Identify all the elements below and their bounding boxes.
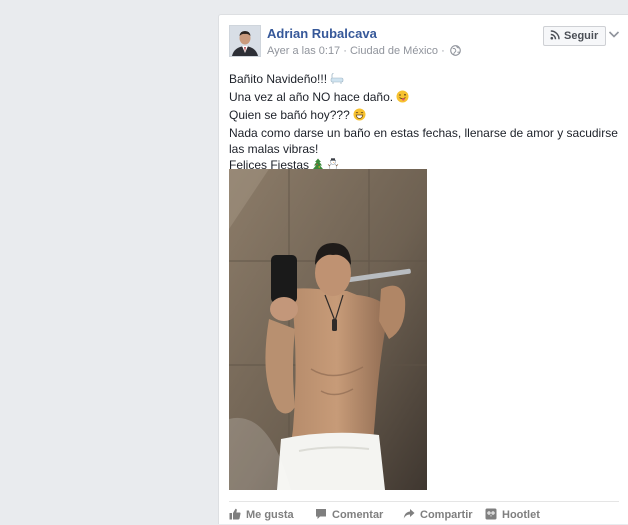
avatar[interactable] (229, 25, 261, 57)
chevron-down-icon[interactable] (607, 27, 621, 41)
post-line-text: Una vez al año NO hace daño. (229, 90, 394, 104)
actions-divider (229, 501, 619, 502)
comment-label: Comentar (332, 509, 384, 521)
post-time[interactable]: Ayer a las 0:17 (267, 45, 340, 57)
meta-separator: · (438, 45, 448, 57)
post-line: Quien se bañó hoy??? (229, 107, 621, 125)
post-photo[interactable] (229, 169, 427, 490)
comment-icon (315, 508, 327, 523)
rss-icon (550, 29, 560, 43)
post-line: Nada como darse un baño en estas fechas,… (229, 126, 618, 156)
hootlet-icon (485, 508, 497, 523)
author-name[interactable]: Adrian Rubalcava (267, 26, 377, 41)
meta-separator: · (340, 45, 350, 57)
post-card: Adrian Rubalcava Ayer a las 0:17 · Ciuda… (218, 14, 628, 524)
like-button[interactable]: Me gusta (229, 508, 315, 523)
bathtub-icon (330, 73, 344, 89)
post-line-text: Quien se bañó hoy??? (229, 108, 350, 122)
share-label: Compartir (420, 509, 473, 521)
post-actions: Me gusta Comentar Compartir Hootlet (229, 505, 540, 525)
post-line: Bañito Navideño!!! (229, 71, 621, 89)
hootlet-label: Hootlet (502, 509, 540, 521)
post-text: Bañito Navideño!!! Una vez al año NO hac… (229, 71, 621, 175)
globe-icon[interactable] (449, 45, 461, 59)
thumbs-up-icon (229, 508, 241, 523)
follow-label: Seguir (564, 30, 599, 42)
like-label: Me gusta (246, 509, 294, 521)
post-line-text: Bañito Navideño!!! (229, 72, 328, 86)
grinning-face-icon (353, 108, 366, 125)
share-icon (403, 508, 415, 523)
post-location[interactable]: Ciudad de México (350, 45, 438, 57)
winking-tongue-face-icon (396, 90, 409, 107)
hootlet-button[interactable]: Hootlet (485, 508, 540, 523)
follow-button[interactable]: Seguir (543, 26, 607, 46)
share-button[interactable]: Compartir (403, 508, 485, 523)
post-line: Una vez al año NO hace daño. (229, 89, 621, 107)
comment-button[interactable]: Comentar (315, 508, 403, 523)
post-meta: Ayer a las 0:17 · Ciudad de México · (267, 45, 461, 59)
